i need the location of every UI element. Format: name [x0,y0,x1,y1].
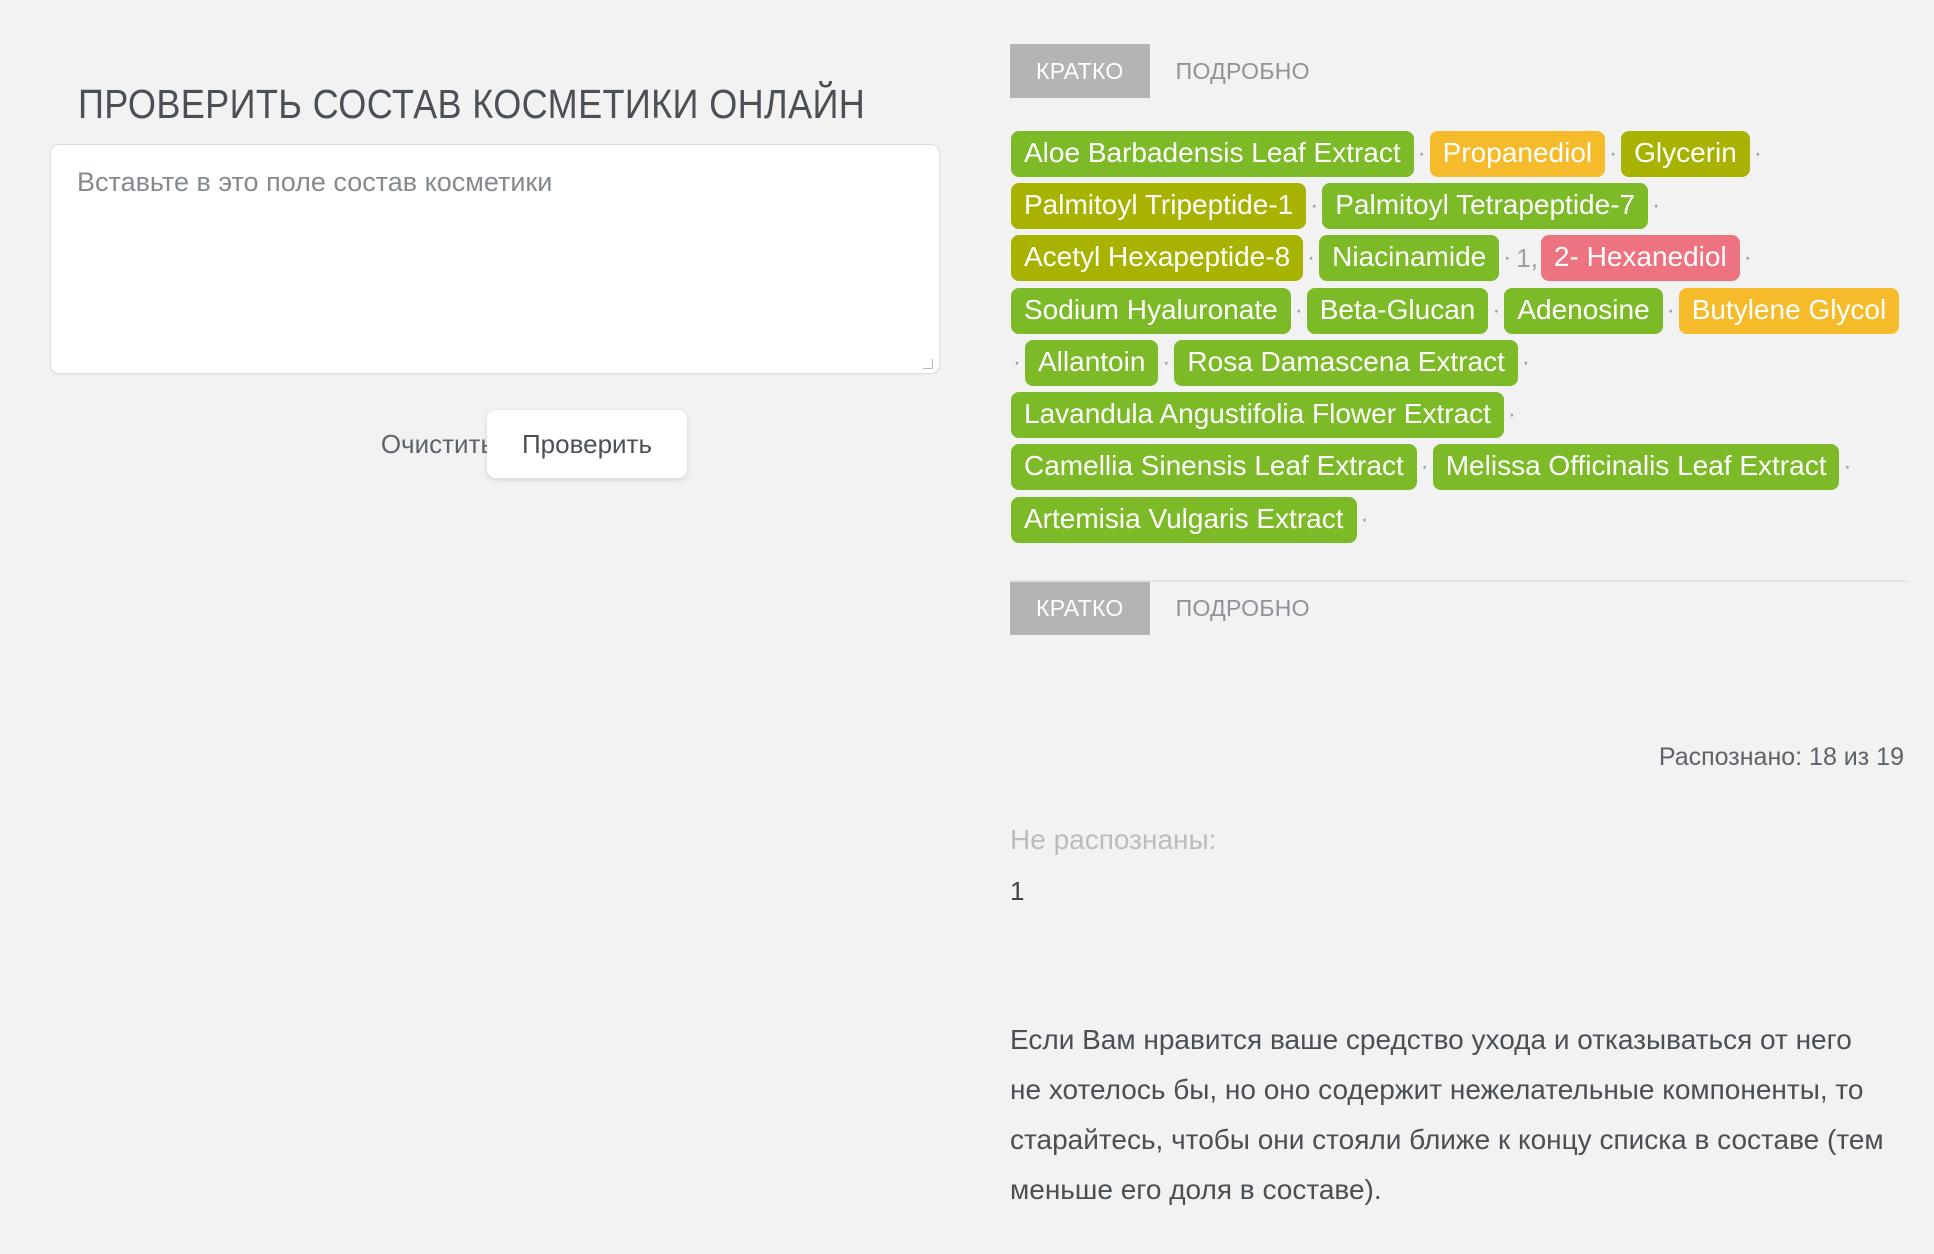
check-button[interactable]: Проверить [487,410,687,478]
ingredient-tag[interactable]: Butylene Glycol [1678,287,1900,334]
ingredient-tag[interactable]: Allantoin [1025,339,1159,386]
ingredient-tag[interactable]: Artemisia Vulgaris Extract [1011,496,1357,543]
ingredient-tag[interactable]: Palmitoyl Tetrapeptide-7 [1322,183,1649,230]
input-panel: ПРОВЕРИТЬ СОСТАВ КОСМЕТИКИ ОНЛАЙН Очисти… [0,0,990,1254]
unrecognized-token: 1, [1516,243,1538,274]
tab-brief[interactable]: КРАТКО [1010,44,1150,98]
ingredient-row: Acetyl Hexapeptide-8 · Niacinamide · 1, 2- He… [1010,232,1904,284]
form-actions: Очистить Проверить [50,410,690,480]
tab-detailed[interactable]: ПОДРОБНО [1150,44,1336,98]
tabbar-top: КРАТКО ПОДРОБНО [1010,44,1910,98]
composition-input[interactable] [50,144,940,374]
ingredient-tag[interactable]: Glycerin [1621,131,1750,177]
ingredient-tag-list: Aloe Barbadensis Leaf Extract · Propanedio… [1010,128,1904,546]
app-root: ПРОВЕРИТЬ СОСТАВ КОСМЕТИКИ ОНЛАЙН Очисти… [0,0,1934,1254]
ingredient-row: Camellia Sinensis Leaf Extract · Melissa O… [1010,441,1904,493]
page-title: ПРОВЕРИТЬ СОСТАВ КОСМЕТИКИ ОНЛАЙН [78,81,866,128]
ingredient-separator: · [1360,505,1369,533]
ingredient-row: Aloe Barbadensis Leaf Extract · Propanedio… [1010,128,1904,180]
ingredient-separator: · [1652,192,1661,220]
tab-brief[interactable]: КРАТКО [1010,581,1150,635]
ingredient-row: Sodium Hyaluronate · Beta-Glucan · Adenosine… [1010,285,1904,337]
ingredient-separator: · [1162,348,1171,376]
ingredient-tag[interactable]: Camellia Sinensis Leaf Extract [1011,444,1417,491]
ingredient-tag[interactable]: Palmitoyl Tripeptide-1 [1011,183,1307,230]
clear-button[interactable]: Очистить [373,423,502,466]
ingredient-tag[interactable]: Lavandula Angustifolia Flower Extract [1011,392,1504,439]
ingredient-separator: · [1521,348,1530,376]
recognized-count: Распознано: 18 из 19 [1658,742,1904,771]
ingredient-separator: · [1507,401,1516,429]
ingredient-tag[interactable]: Melissa Officinalis Leaf Extract [1432,444,1840,491]
ingredient-separator: · [1417,140,1426,167]
ingredient-row: · Allantoin · Rosa Damascena Extract · [1010,337,1904,389]
ingredient-separator: · [1420,453,1429,481]
ingredient-tag[interactable]: Propanediol [1429,131,1606,177]
ingredient-tag[interactable]: Sodium Hyaluronate [1011,287,1291,334]
ingredient-tag[interactable]: Acetyl Hexapeptide-8 [1011,235,1304,282]
tabbar-bottom: КРАТКО ПОДРОБНО [1010,580,1910,635]
ingredient-tag[interactable]: Rosa Damascena Extract [1174,339,1518,386]
ingredient-separator: · [1843,453,1852,481]
ingredient-tag[interactable]: Aloe Barbadensis Leaf Extract [1011,131,1414,177]
ingredient-separator: · [1294,296,1303,324]
ingredient-separator: · [1609,140,1618,167]
ingredient-tag[interactable]: 2- Hexanediol [1540,235,1740,282]
ingredient-separator: · [1503,244,1512,272]
ingredient-separator: · [1310,192,1319,220]
advice-note: Если Вам нравится ваше средство ухода и … [1010,1023,1884,1205]
ingredient-separator: · [1753,140,1762,167]
ingredient-separator: · [1492,296,1501,324]
unrecognized-items: 1 [1010,875,1025,906]
ingredient-tag[interactable]: Adenosine [1504,287,1663,334]
ingredient-tag[interactable]: Niacinamide [1319,235,1500,282]
ingredient-row: Artemisia Vulgaris Extract · [1010,494,1904,546]
ingredient-separator: · [1666,296,1675,324]
ingredient-separator: · [1743,244,1752,272]
ingredient-tag[interactable]: Beta-Glucan [1306,287,1489,334]
results-panel: КРАТКО ПОДРОБНО Aloe Barbadensis Leaf Ext… [990,0,1934,1254]
unrecognized-label: Не распознаны: [1010,823,1217,855]
ingredient-separator: · [1307,244,1316,272]
tab-detailed[interactable]: ПОДРОБНО [1150,582,1336,635]
ingredient-row: Palmitoyl Tripeptide-1 · Palmitoyl Tetrape… [1010,180,1904,232]
ingredient-separator: · [1013,348,1021,376]
ingredient-row: Lavandula Angustifolia Flower Extract · [1010,389,1904,441]
